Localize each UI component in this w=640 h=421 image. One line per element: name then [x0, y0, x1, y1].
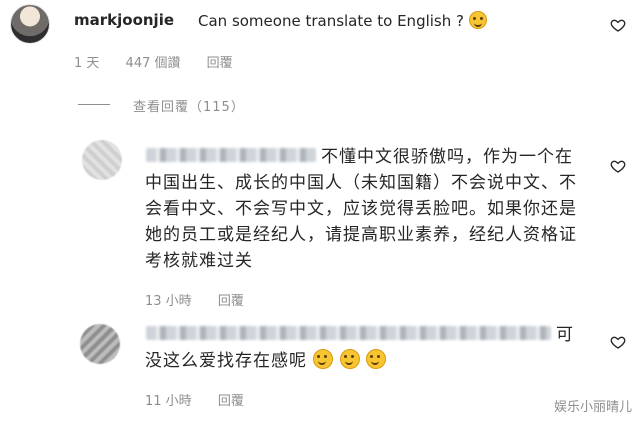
reply-text-line: 不懂中文很骄傲吗，作为一个在 — [321, 147, 573, 167]
comment-time: 1 天 — [74, 56, 100, 71]
smiling-emoji-icon — [366, 349, 387, 369]
reply-meta: 13 小時 回覆 — [145, 290, 266, 309]
watermark: 娱乐小丽晴儿 — [553, 400, 632, 415]
comment-likes[interactable]: 447 個讚 — [126, 56, 181, 71]
comment-text-content: Can someone translate to English ? — [198, 12, 464, 30]
comment-text: Can someone translate to English ? — [198, 11, 487, 30]
reply-button[interactable]: 回覆 — [218, 394, 244, 409]
view-replies-button[interactable]: 查看回覆（115） — [133, 96, 245, 115]
blurred-username[interactable] — [146, 326, 551, 340]
reply-text-line: 会看中文、不会写中文，应该觉得丢脸吧。如果你还是 — [145, 199, 577, 219]
reply-text-content: 没这么爱找存在感呢 — [145, 351, 307, 371]
reply-text-line: 她的员工或是经纪人，请提高职业素养，经纪人资格证 — [145, 225, 577, 245]
heart-icon[interactable] — [610, 334, 626, 350]
reply-button[interactable]: 回覆 — [218, 294, 244, 309]
reply-time: 13 小時 — [145, 294, 192, 309]
comment-username[interactable]: markjoonjie — [74, 11, 174, 29]
avatar[interactable] — [10, 4, 50, 44]
reply-text-row: 没这么爱找存在感呢 — [145, 348, 387, 374]
smiling-emoji-icon — [313, 349, 334, 369]
heart-icon[interactable] — [610, 158, 626, 174]
replies-divider — [78, 104, 110, 105]
reply-text-line: 中国出生、成长的中国人（未知国籍）不会说中文、不 — [145, 173, 577, 193]
comment-meta: 1 天 447 個讚 回覆 — [74, 52, 255, 71]
reply-text-line: 考核就难过关 — [145, 251, 253, 271]
blurred-username[interactable] — [146, 148, 316, 162]
reply-avatar[interactable] — [82, 140, 122, 180]
reply-time: 11 小時 — [145, 394, 192, 409]
heart-icon[interactable] — [610, 17, 626, 33]
smiling-emoji-icon — [339, 349, 360, 369]
reply-avatar[interactable] — [80, 324, 120, 364]
laughing-emoji-icon — [468, 11, 487, 29]
reply-button[interactable]: 回覆 — [207, 56, 233, 71]
reply-meta: 11 小時 回覆 — [145, 390, 266, 409]
reply-text-line: 可 — [556, 325, 574, 345]
